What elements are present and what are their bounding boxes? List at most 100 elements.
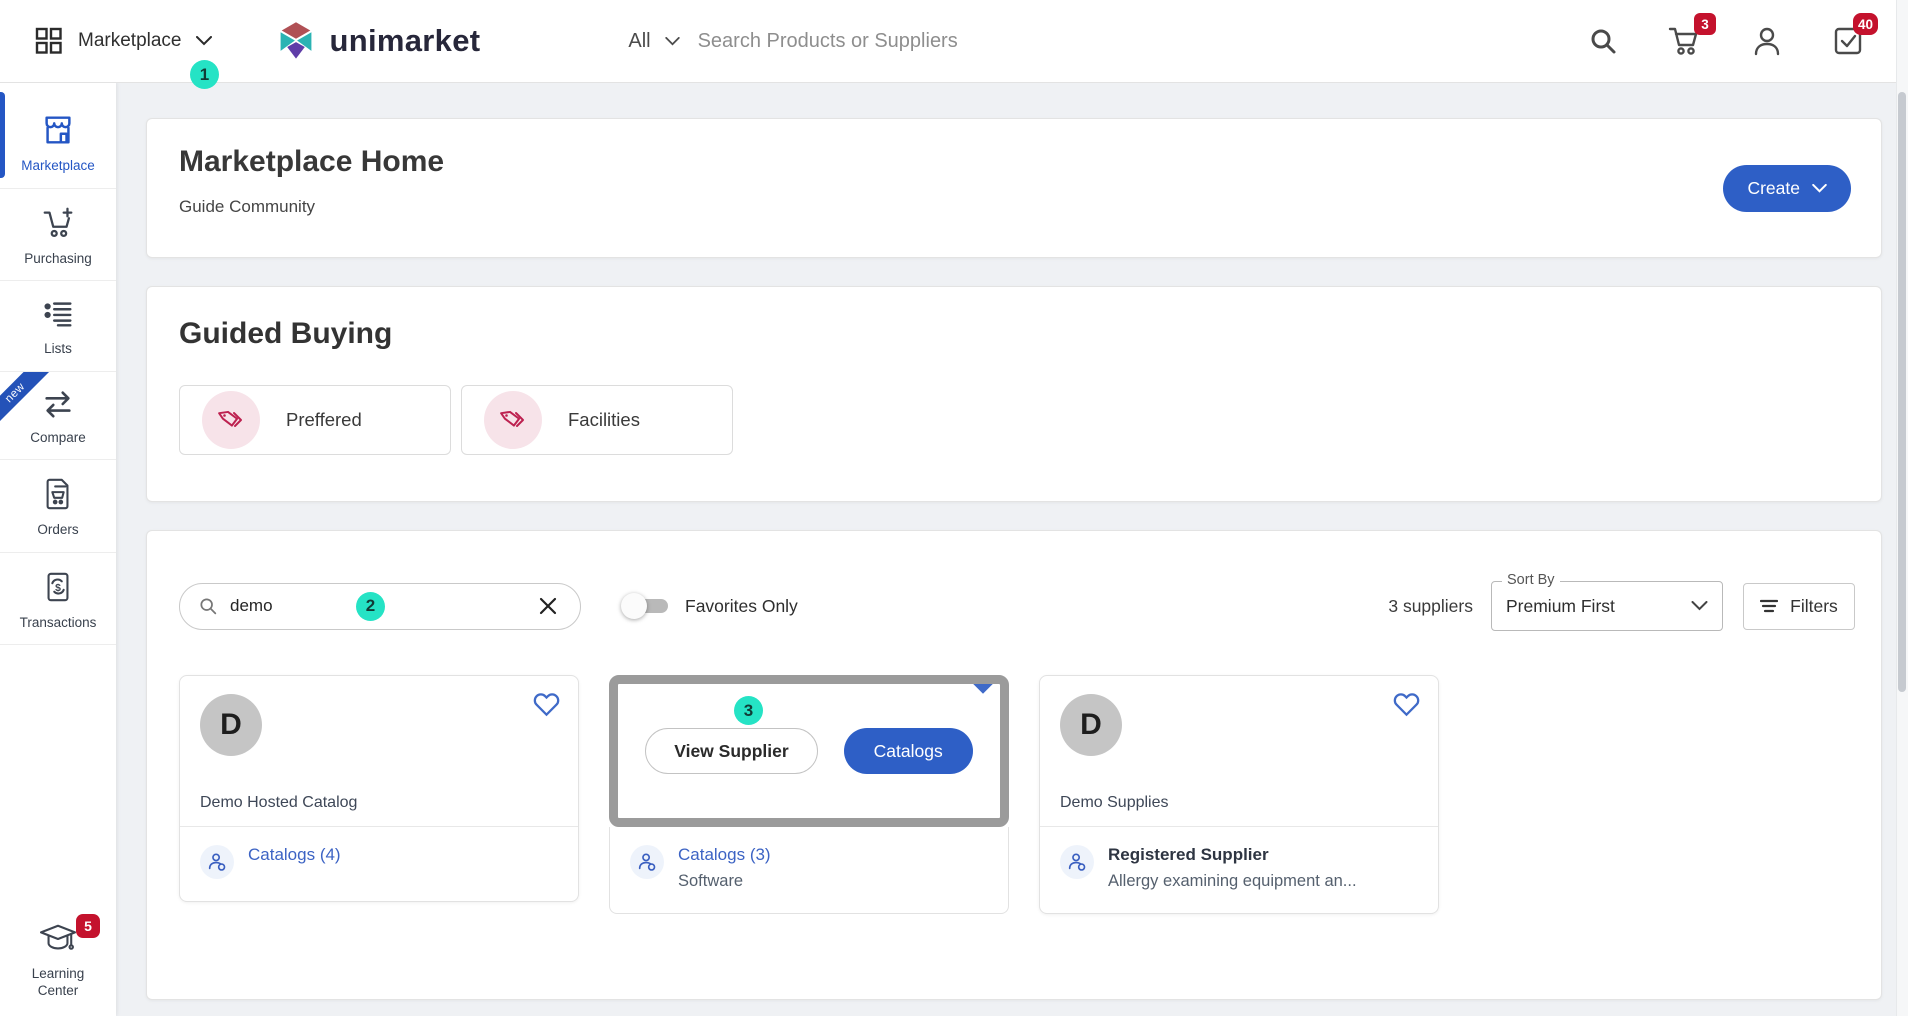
create-button[interactable]: Create xyxy=(1723,165,1851,212)
sidebar-item-transactions[interactable]: $ Transactions xyxy=(0,553,116,646)
supplier-person-icon xyxy=(200,845,234,879)
order-document-icon xyxy=(41,476,75,512)
sort-by-select[interactable]: Sort By Premium First xyxy=(1491,581,1723,631)
search-icon xyxy=(1588,26,1618,56)
search-placeholder[interactable]: Search Products or Suppliers xyxy=(698,30,958,53)
transactions-icon: $ xyxy=(41,569,75,605)
account-button[interactable] xyxy=(1752,25,1782,57)
sidebar-item-purchasing[interactable]: Purchasing xyxy=(0,189,116,282)
storefront-icon xyxy=(39,112,77,148)
cart-plus-icon xyxy=(39,205,77,241)
page-title: Marketplace Home xyxy=(179,145,1849,179)
sidebar-item-label: Purchasing xyxy=(24,250,92,268)
supplier-name: Demo Supplies xyxy=(1060,794,1169,812)
chevron-down-icon xyxy=(1812,184,1827,193)
close-icon xyxy=(538,596,558,616)
chevron-down-icon xyxy=(196,36,212,46)
toggle-knob xyxy=(621,593,647,619)
sidebar-item-marketplace[interactable]: Marketplace xyxy=(0,82,116,189)
view-supplier-button[interactable]: View Supplier xyxy=(645,728,817,774)
supplier-name: Demo Hosted Catalog xyxy=(200,794,357,812)
brand-wordmark: unimarket xyxy=(330,23,481,59)
sidebar-item-orders[interactable]: Orders xyxy=(0,460,116,553)
step-annotation-3: 3 xyxy=(734,696,763,725)
hover-overlay: 3 View Supplier Catalogs xyxy=(609,675,1009,827)
approvals-button[interactable]: 40 xyxy=(1832,25,1864,57)
supplier-search[interactable]: 2 xyxy=(179,583,581,630)
sidebar-item-label: Learning Center xyxy=(23,965,93,1000)
cart-button[interactable]: 3 xyxy=(1668,25,1702,57)
chevron-down-icon xyxy=(665,37,680,46)
catalogs-button[interactable]: Catalogs xyxy=(844,728,973,774)
guided-button-label: Facilities xyxy=(568,409,640,431)
heart-icon xyxy=(1393,692,1420,717)
sidebar: Marketplace Purchasing Lists new xyxy=(0,82,116,1016)
avatar: D xyxy=(200,694,262,756)
avatar: D xyxy=(1060,694,1122,756)
tag-icon xyxy=(484,391,542,449)
sidebar-item-label: Compare xyxy=(30,429,86,447)
guided-button-facilities[interactable]: Facilities xyxy=(461,385,733,455)
guided-buying-title: Guided Buying xyxy=(179,317,1849,351)
catalogs-link[interactable]: Catalogs (4) xyxy=(248,845,341,865)
marketplace-home-panel: Marketplace Home Guide Community Create xyxy=(146,118,1882,258)
person-icon xyxy=(1752,25,1782,57)
app-switcher-label: Marketplace xyxy=(78,30,182,52)
step-annotation-2: 2 xyxy=(356,592,385,621)
tag-icon xyxy=(202,391,260,449)
active-indicator xyxy=(0,92,5,178)
search-icon xyxy=(198,596,218,616)
chevron-down-icon xyxy=(1691,601,1708,611)
heart-icon xyxy=(970,675,996,696)
supplier-card-demo-supplies[interactable]: D Demo Supplies xyxy=(1039,675,1439,914)
filter-icon xyxy=(1760,599,1778,613)
favorite-button[interactable] xyxy=(533,692,560,717)
global-search[interactable]: All Search Products or Suppliers xyxy=(628,30,957,53)
sort-by-value: Premium First xyxy=(1506,596,1615,617)
page-subtitle: Guide Community xyxy=(179,197,1849,217)
guided-button-preffered[interactable]: Preffered xyxy=(179,385,451,455)
sidebar-item-compare[interactable]: new Compare xyxy=(0,372,116,461)
scrollbar-track[interactable] xyxy=(1896,0,1908,1016)
unimarket-logo-icon xyxy=(274,19,318,63)
sort-by-label: Sort By xyxy=(1502,572,1560,588)
supplier-type: Registered Supplier xyxy=(1108,845,1357,865)
sidebar-item-label: Orders xyxy=(37,521,78,539)
supplier-card-demo-hosted-catalog[interactable]: D Demo Hosted Catalog xyxy=(179,675,579,902)
approvals-badge: 40 xyxy=(1853,13,1878,35)
learning-badge: 5 xyxy=(76,914,100,938)
supplier-count: 3 suppliers xyxy=(1388,596,1473,617)
favorite-button[interactable] xyxy=(1393,692,1420,717)
guided-buying-panel: Guided Buying Preffered xyxy=(146,286,1882,502)
sidebar-item-learning-center[interactable]: 5 Learning Center xyxy=(0,906,116,1016)
favorites-only-toggle[interactable]: Favorites Only xyxy=(621,592,798,620)
guided-button-label: Preffered xyxy=(286,409,362,431)
supplier-description: Allergy examining equipment an... xyxy=(1108,872,1357,891)
brand-logo[interactable]: unimarket xyxy=(274,19,481,63)
toggle-switch[interactable] xyxy=(621,592,669,620)
sidebar-item-lists[interactable]: Lists xyxy=(0,281,116,372)
graduation-cap-icon xyxy=(38,922,78,956)
supplier-person-icon xyxy=(630,845,664,879)
grid-icon xyxy=(34,26,64,56)
create-button-label: Create xyxy=(1747,178,1800,199)
clear-search-button[interactable] xyxy=(534,592,562,620)
sidebar-item-label: Transactions xyxy=(20,614,97,632)
list-icon xyxy=(39,297,77,331)
suppliers-panel: 2 Favorites Only 3 suppliers xyxy=(146,530,1882,1000)
scrollbar-thumb[interactable] xyxy=(1898,92,1906,692)
filters-button[interactable]: Filters xyxy=(1743,583,1855,630)
catalogs-link[interactable]: Catalogs (3) xyxy=(678,845,771,865)
app-switcher[interactable]: Marketplace xyxy=(34,26,212,56)
search-category[interactable]: All xyxy=(628,30,650,53)
search-button[interactable] xyxy=(1588,26,1618,56)
cart-badge: 3 xyxy=(1694,13,1716,35)
supplier-card-hovered[interactable]: 3 View Supplier Catalogs xyxy=(609,675,1009,914)
top-header: Marketplace unimarket All Search Product… xyxy=(0,0,1908,82)
compare-arrows-icon xyxy=(39,388,77,420)
svg-text:$: $ xyxy=(55,583,61,594)
heart-icon xyxy=(533,692,560,717)
supplier-category: Software xyxy=(678,872,771,891)
main-content: Marketplace Home Guide Community Create … xyxy=(116,82,1908,1016)
sidebar-item-label: Marketplace xyxy=(21,157,95,175)
